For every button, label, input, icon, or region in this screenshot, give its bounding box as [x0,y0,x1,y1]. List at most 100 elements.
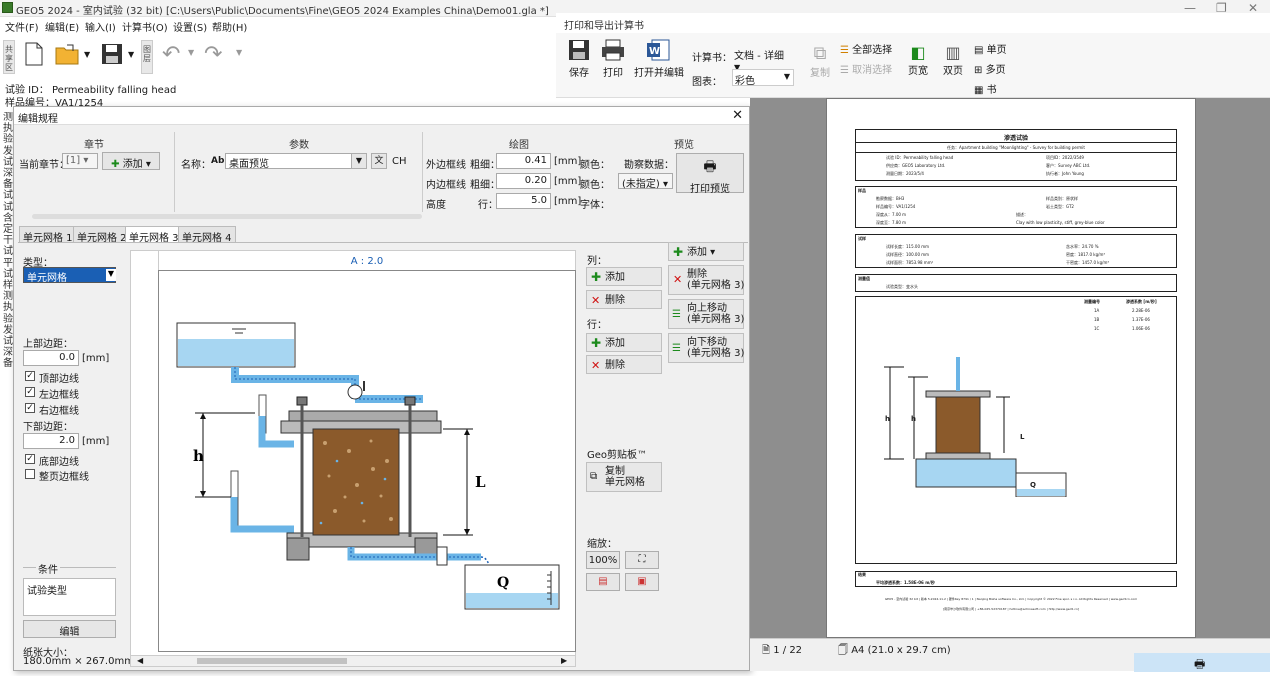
zoom-100-button[interactable]: 100% [586,551,620,569]
scroll-thumb[interactable] [197,658,347,664]
page-frame-checkbox[interactable] [25,469,35,479]
single-page-button[interactable]: ▤ 单页 [974,41,1007,56]
select-all-button[interactable]: ☰ 全部选择 [840,41,892,56]
translate-icon[interactable]: 文 [371,153,387,169]
delete-cell-button[interactable]: ✕ 删除 (单元网格 3) [668,265,744,295]
move-down-icon: ☰ [672,343,681,354]
name-field[interactable]: 桌面预览 [225,153,367,170]
outer-unit: [mm] [554,156,582,167]
page-indicator-text: 1 / 22 [773,645,803,656]
top-edge-checkbox[interactable]: ✓ [25,371,35,381]
menu-file[interactable]: 文件(F) [5,19,39,34]
add-row-button[interactable]: ✚ 添加 [586,333,662,352]
new-file-icon[interactable] [24,42,44,66]
add-chapter-button[interactable]: ✚ 添加 ▾ [102,152,160,170]
delete-column-button[interactable]: ✕ 删除 [586,290,662,309]
inlet-pipe [231,367,423,403]
tab-cell-grid-4[interactable]: 单元网格 4 [178,226,236,244]
bottom-edge-checkbox[interactable]: ✓ [25,454,35,464]
copy-button[interactable]: ⧉ 复制 [806,43,834,79]
bottom-margin-field[interactable]: 2.0 [23,433,79,449]
preview-status-bar: 🗎 1 / 22 🗍 A4 (21.0 x 29.7 cm) 🖶 [750,638,1270,672]
dialog-close-icon[interactable]: ✕ [732,108,743,123]
add-cell-button[interactable]: ✚ 添加 ▾ [668,242,744,261]
sample-row: 样品编号：VA1/1254 [876,204,916,209]
menu-help[interactable]: 帮助(H) [212,19,247,34]
report-page[interactable]: 渗透试验 任务：Apartment building "Moonlighting… [826,98,1196,638]
undo-dropdown-icon[interactable]: ▼ [188,48,194,57]
zoom-width-icon[interactable]: ▤ [586,573,620,591]
delete-row-label: 删除 [605,360,625,371]
print-preview-button[interactable]: 🖶 打印预览 [676,153,744,195]
scroll-left-icon[interactable]: ◀ [137,656,143,665]
save-report-button[interactable]: 保存 [564,39,594,79]
report-select[interactable]: 文档 - 详细 ▼ [732,45,794,72]
report-header-block: 渗透试验 任务：Apartment building "Moonlighting… [855,129,1177,181]
current-chapter-select[interactable]: [1] ▾ [62,153,98,169]
tab-cell-grid-2[interactable]: 单元网格 2 [73,226,131,244]
layers-tab[interactable]: 图层 [141,40,153,74]
horizontal-scrollbar[interactable] [32,214,422,219]
report-specimen-block: 试样 试样长度：115.00 mm 含水率：24.70 % 试样直径：100.0… [855,234,1177,268]
undo-icon[interactable]: ↶ [162,42,180,67]
diagram-canvas[interactable]: h L Q [158,270,576,652]
save-report-label: 保存 [569,68,589,79]
book-button[interactable]: ▦ 书 [974,81,997,96]
canvas-hscroll[interactable]: ◀ ▶ [130,655,576,667]
menu-edit[interactable]: 编辑(E) [45,19,79,34]
multi-page-button[interactable]: ⊞ 多页 [974,61,1006,76]
outer-thickness-field[interactable]: 0.41 [496,153,551,169]
sample-row: 描述： [1016,212,1028,217]
type-dropdown-icon[interactable]: ▼ [106,269,116,281]
redo-icon[interactable]: ↷ [204,42,222,67]
type-select[interactable]: 单元网格 [23,267,116,284]
height-unit: [mm] [554,196,582,207]
delete-column-label: 删除 [605,295,625,306]
delete-icon: ✕ [591,294,601,307]
delete-row-button[interactable]: ✕ 删除 [586,355,662,374]
L-label: L [475,473,486,491]
height-field[interactable]: 5.0 [496,193,551,209]
print-status-button[interactable]: 🖶 [1134,653,1270,672]
table-cell: 2.28E-06 [1132,308,1150,313]
open-dropdown-icon[interactable]: ▼ [84,50,90,59]
save-icon[interactable] [100,42,124,66]
page-frame-label: 整页边框线 [39,472,89,483]
open-folder-icon[interactable] [55,42,81,66]
move-down-button[interactable]: ☰ 向下移动 (单元网格 3) [668,333,744,363]
row-section-label: 行： [587,320,607,331]
inner-thickness-field[interactable]: 0.20 [496,173,551,189]
shared-area-tab[interactable]: 共享区 [3,40,15,74]
figure-select[interactable]: 彩色 ▼ [732,69,794,87]
left-frame-checkbox[interactable]: ✓ [25,387,35,397]
deselect-all-button[interactable]: ☰ 取消选择 [840,61,892,76]
menu-settings[interactable]: 设置(S) [173,19,207,34]
save-dropdown-icon[interactable]: ▼ [128,50,134,59]
tab-cell-grid-3[interactable]: 单元网格 3 [125,226,183,244]
zoom-fit-icon[interactable]: ⛶ [625,551,659,569]
move-down-label: 向下移动 (单元网格 3) [687,337,745,359]
add-column-button[interactable]: ✚ 添加 [586,267,662,286]
survey-data-select[interactable]: (未指定) ▾ [618,173,673,190]
deselect-all-label: 取消选择 [852,65,893,76]
move-up-button[interactable]: ☰ 向上移动 (单元网格 3) [668,299,744,329]
tab-cell-grid-1[interactable]: 单元网格 1 [19,226,77,244]
open-edit-button[interactable]: W 打开并编辑 [634,39,684,79]
name-dropdown-icon[interactable]: ▼ [351,153,367,169]
print-button[interactable]: 打印 [598,39,628,79]
copy-cell-button[interactable]: ⧉ 复制 单元网格 [586,462,662,492]
menu-report[interactable]: 计算书(O) [122,19,168,34]
font-ab-icon: Ab [211,156,225,166]
scroll-right-icon[interactable]: ▶ [561,656,567,665]
table-cell: 1.37E-06 [1132,317,1150,322]
redo-dropdown-icon[interactable]: ▼ [236,48,242,57]
page-width-button[interactable]: ◧ 页宽 [906,43,930,77]
right-frame-checkbox[interactable]: ✓ [25,403,35,413]
double-page-button[interactable]: ▥ 双页 [941,43,965,77]
zoom-page-icon[interactable]: ▣ [625,573,659,591]
edit-button[interactable]: 编辑 [23,620,116,638]
sample-row: 勘察数据：BH3 [876,196,905,201]
menu-input[interactable]: 输入(I) [85,19,116,34]
plus-icon: ✚ [591,270,602,284]
top-margin-field[interactable]: 0.0 [23,350,79,366]
